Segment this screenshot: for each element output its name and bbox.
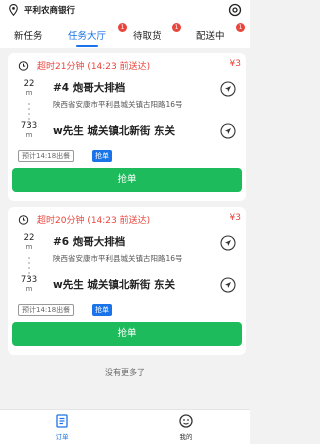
eta-tag: 预计14:18出餐 (18, 304, 75, 316)
settings-icon[interactable] (228, 3, 242, 17)
alarm-clock-icon (18, 61, 29, 71)
customer-info: w先生 城关镇北新街 东关 (53, 279, 176, 291)
order-price: ¥3 (229, 59, 241, 69)
shop-address: 陕西省安康市平利县城关镇古阳路16号 (53, 254, 183, 263)
order-card[interactable]: 超时20分钟 (14:23 前送达) ¥3 22 m 733 m #6 炮哥大排… (8, 207, 246, 355)
header-bar: 平利农商银行 (0, 0, 250, 20)
shop-address: 陕西省安康市平利县城关镇古阳路16号 (53, 100, 183, 109)
grab-tag: 抢单 (92, 304, 112, 316)
shop-name[interactable]: 平利农商银行 (24, 4, 75, 16)
navigate-icon[interactable] (220, 81, 236, 97)
bottom-nav: 订单 我的 (0, 409, 250, 444)
bottom-nav-orders-label: 订单 (55, 433, 69, 441)
delivery-distance: 733 m (20, 121, 38, 139)
eta-tag: 预计14:18出餐 (18, 150, 75, 162)
timeout-text: 超时20分钟 (14:23 前送达) (37, 216, 151, 226)
navigate-icon[interactable] (220, 277, 236, 293)
order-icon (56, 414, 68, 428)
navigate-icon[interactable] (220, 235, 236, 251)
tab-bar: 新任务 任务大厅 1 待取货 1 配送中 1 (0, 20, 250, 48)
grab-order-button[interactable]: 抢单 (12, 168, 242, 192)
timeout-text: 超时21分钟 (14:23 前送达) (37, 62, 151, 72)
tab-new-tasks[interactable]: 新任务 (14, 28, 43, 42)
alarm-clock-icon (18, 215, 29, 225)
tab-delivering-badge: 1 (236, 23, 245, 32)
location-pin-icon (9, 4, 18, 16)
tab-delivering[interactable]: 配送中 (196, 28, 225, 42)
grab-order-button[interactable]: 抢单 (12, 322, 242, 346)
grab-tag: 抢单 (92, 150, 112, 162)
shop-title: #4 炮哥大排档 (53, 82, 126, 94)
tab-task-hall-badge: 1 (118, 23, 127, 32)
tab-pending-pickup-badge: 1 (172, 23, 181, 32)
delivery-distance: 733 m (20, 275, 38, 293)
pickup-distance: 22 m (23, 233, 35, 251)
no-more-text: 没有更多了 (105, 368, 145, 377)
active-tab-indicator (76, 45, 98, 47)
navigate-icon[interactable] (220, 123, 236, 139)
order-price: ¥3 (229, 213, 241, 223)
tab-pending-pickup[interactable]: 待取货 (133, 28, 162, 42)
pickup-distance: 22 m (23, 79, 35, 97)
shop-title: #6 炮哥大排档 (53, 236, 126, 248)
bottom-nav-profile-label: 我的 (179, 433, 193, 441)
profile-icon (179, 414, 193, 428)
order-card[interactable]: 超时21分钟 (14:23 前送达) ¥3 22 m 733 m #4 炮哥大排… (8, 53, 246, 201)
customer-info: w先生 城关镇北新街 东关 (53, 125, 176, 137)
tab-task-hall[interactable]: 任务大厅 (68, 28, 106, 42)
bottom-nav-orders[interactable]: 订单 (42, 414, 82, 441)
bottom-nav-profile[interactable]: 我的 (166, 414, 206, 441)
